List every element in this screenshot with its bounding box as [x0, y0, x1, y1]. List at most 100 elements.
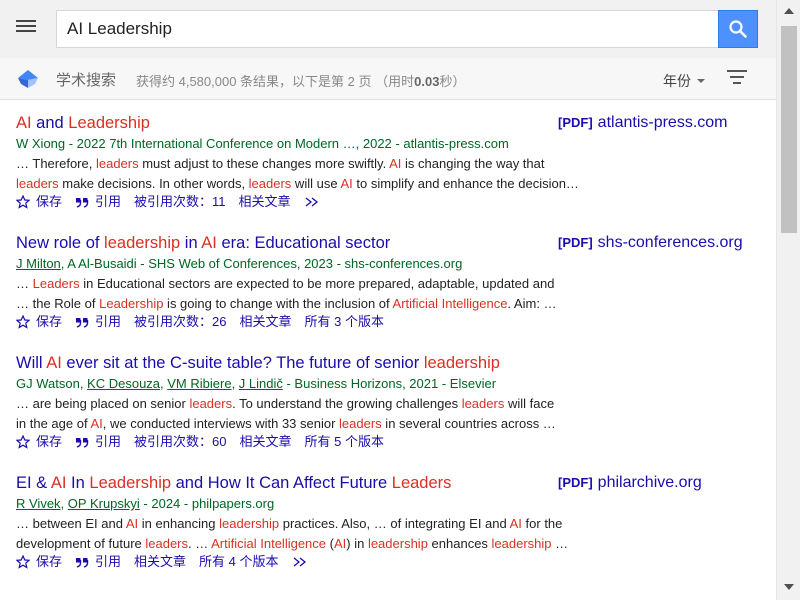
pdf-site[interactable]: philarchive.org	[598, 474, 702, 491]
search-button[interactable]	[718, 10, 758, 48]
more-chevron-icon[interactable]	[304, 196, 320, 208]
cited-by-link[interactable]: 被引用次数：26	[134, 313, 226, 331]
snippet-text: is going to change with the inclusion of	[163, 295, 393, 311]
pdf-tag: [PDF]	[558, 475, 593, 490]
save-button[interactable]: 保存	[16, 313, 62, 331]
cite-button[interactable]: 引用	[75, 553, 121, 571]
snippet-text: …	[16, 276, 33, 291]
save-button[interactable]: 保存	[16, 553, 62, 571]
quote-icon	[76, 558, 89, 568]
quote-icon	[76, 318, 89, 328]
all-versions-link[interactable]: 所有 4 个版本	[199, 553, 278, 571]
scroll-down-arrow-icon[interactable]	[784, 584, 794, 590]
all-versions-link[interactable]: 所有 3 个版本	[305, 313, 384, 331]
snippet-text: (	[326, 535, 334, 551]
snippet-line: … between EI and AI in enhancing leaders…	[16, 514, 581, 534]
cite-button[interactable]: 引用	[75, 313, 121, 331]
snippet-text: to simplify and enhance the decision…	[352, 175, 579, 191]
result-actions: 保存 引用 被引用次数：26 相关文章 所有 3 个版本	[16, 313, 761, 331]
cite-label: 引用	[95, 554, 122, 569]
quote-icon	[76, 198, 89, 208]
related-articles-link[interactable]: 相关文章	[240, 433, 292, 451]
hamburger-menu-icon[interactable]	[14, 16, 38, 40]
author-link[interactable]: J Lindič	[239, 376, 283, 391]
snippet-text: development of future	[16, 535, 146, 551]
title-highlight: leadership	[423, 354, 500, 372]
scrollbar-thumb[interactable]	[781, 26, 797, 233]
result-stats: 获得约 4,580,000 条结果，以下是第 2 页 （用时0.03秒）	[136, 74, 466, 89]
cite-button[interactable]: 引用	[75, 433, 121, 451]
author-link[interactable]: J Milton	[16, 256, 61, 271]
pdf-link[interactable]: [PDF] atlantis-press.com	[558, 114, 728, 132]
pdf-tag: [PDF]	[558, 115, 593, 130]
snippet-highlight: AI	[389, 156, 402, 171]
pdf-site[interactable]: atlantis-press.com	[598, 114, 728, 131]
related-articles-link[interactable]: 相关文章	[134, 553, 186, 571]
quote-icon-wrap	[75, 196, 89, 208]
result-snippet: … are being placed on senior leaders. To…	[16, 394, 581, 433]
result-item: Will AI ever sit at the C-suite table? T…	[16, 352, 761, 451]
more-button[interactable]	[304, 196, 320, 208]
year-filter-dropdown[interactable]: 年份	[663, 71, 705, 91]
pdf-tag: [PDF]	[558, 235, 593, 250]
cite-button[interactable]: 引用	[75, 193, 121, 211]
snippet-text: … are being placed on senior	[16, 396, 190, 411]
meta-text: - 2024 - philpapers.org	[139, 496, 275, 511]
quote-icon	[76, 438, 89, 448]
related-articles-link[interactable]: 相关文章	[240, 313, 292, 331]
filter-icon[interactable]	[726, 70, 748, 88]
snippet-text: . …	[188, 535, 212, 551]
snippet-line: … Leaders in Educational sectors are exp…	[16, 274, 581, 294]
scrollbar[interactable]	[776, 0, 800, 600]
snippet-text: in enhancing	[138, 516, 220, 531]
result-title[interactable]: Will AI ever sit at the C-suite table? T…	[16, 352, 761, 374]
meta-text: W Xiong - 2022 7th International Confere…	[16, 136, 509, 151]
snippet-highlight: leadership	[491, 535, 552, 551]
author-link[interactable]: OP Krupskyi	[68, 496, 140, 511]
save-button[interactable]: 保存	[16, 433, 62, 451]
search-icon	[729, 20, 747, 38]
snippet-line: development of future leaders. … Artific…	[16, 534, 581, 554]
brand-label[interactable]: 学术搜索	[56, 69, 116, 90]
result-item: AI and Leadership W Xiong - 2022 7th Int…	[16, 112, 761, 211]
related-articles-link[interactable]: 相关文章	[239, 193, 291, 211]
scroll-up-arrow-icon[interactable]	[784, 8, 794, 14]
pdf-site[interactable]: shs-conferences.org	[598, 234, 743, 251]
cite-label: 引用	[95, 434, 122, 449]
cite-label: 引用	[95, 314, 122, 329]
quote-icon-wrap	[75, 556, 89, 568]
pdf-link[interactable]: [PDF] shs-conferences.org	[558, 234, 743, 252]
author-link[interactable]: R Vivek	[16, 496, 61, 511]
more-chevron-icon[interactable]	[292, 556, 308, 568]
result-actions: 保存 引用 被引用次数：60 相关文章 所有 5 个版本	[16, 433, 761, 451]
title-text: ever sit at the C-suite table? The futur…	[61, 354, 424, 372]
title-highlight: AI	[50, 474, 67, 492]
result-actions: 保存 引用 被引用次数：11 相关文章	[16, 193, 761, 211]
snippet-text: in several countries across …	[381, 415, 556, 431]
snippet-text: . To understand the growing challenges	[232, 396, 462, 411]
more-button[interactable]	[292, 556, 308, 568]
snippet-line: … the Role of Leadership is going to cha…	[16, 294, 581, 314]
cited-by-link[interactable]: 被引用次数：60	[134, 433, 226, 451]
scholar-logo-icon[interactable]	[17, 68, 39, 90]
snippet-highlight: Leaders	[32, 276, 80, 291]
cited-by-link[interactable]: 被引用次数：11	[134, 193, 226, 211]
result-meta: GJ Watson, KC Desouza, VM Ribiere, J Lin…	[16, 375, 761, 392]
author-link[interactable]: KC Desouza	[87, 376, 160, 391]
snippet-line: … are being placed on senior leaders. To…	[16, 394, 581, 414]
snippet-highlight: AI	[333, 535, 347, 551]
search-box[interactable]	[56, 10, 720, 48]
caret-down-icon	[697, 79, 705, 83]
all-versions-link[interactable]: 所有 5 个版本	[305, 433, 384, 451]
star-icon	[16, 315, 30, 329]
snippet-text: in Educational sectors are expected to b…	[79, 276, 555, 291]
title-text: Will	[16, 354, 47, 372]
author-link[interactable]: VM Ribiere	[167, 376, 231, 391]
pdf-link[interactable]: [PDF] philarchive.org	[558, 474, 702, 492]
star-icon-wrap	[16, 435, 30, 449]
snippet-text: … between EI and	[16, 516, 126, 531]
search-input[interactable]	[57, 11, 720, 47]
save-button[interactable]: 保存	[16, 193, 62, 211]
snippet-text: will face	[504, 396, 555, 411]
snippet-text: …	[551, 535, 569, 551]
